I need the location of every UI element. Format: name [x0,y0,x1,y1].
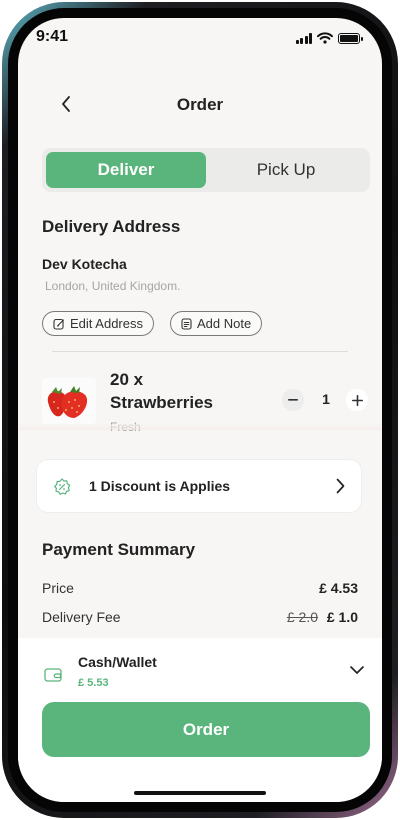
strawberry-icon [47,386,88,418]
chevron-down-icon [350,666,364,674]
status-icons [295,32,363,44]
app-screen: 9:41 Order Deliver Pick Up Delivery Addr… [18,18,382,802]
increase-quantity-button[interactable] [346,389,368,411]
delivery-fee-value: £ 1.0 [326,609,358,625]
page-title: Order [176,95,224,114]
home-indicator [134,791,266,795]
product-title: 20 x Strawberries [110,370,213,412]
delivery-fee-label: Delivery Fee [42,609,121,625]
edit-address-button[interactable]: Edit Address [42,311,154,336]
delivery-fee-original: £ 2.0 [286,609,318,625]
battery-icon [338,32,363,44]
discount-text: 1 Discount is Applies [89,478,231,494]
discount-card[interactable]: 1 Discount is Applies [36,459,362,513]
order-button[interactable]: Order [42,702,370,757]
price-value: £ 4.53 [319,580,358,596]
payment-method-amount: £ 5.53 [78,677,109,689]
delivery-mode-toggle: Deliver Pick Up [42,148,370,192]
minus-icon [288,399,298,401]
plus-icon [351,394,363,406]
payment-summary-title: Payment Summary [42,540,196,559]
quantity-value: 1 [322,391,330,407]
decrease-quantity-button[interactable] [282,389,304,411]
delivery-address-title: Delivery Address [42,217,181,236]
chevron-right-icon [336,478,345,494]
tab-pickup[interactable]: Pick Up [206,152,366,188]
status-bar: 9:41 [18,18,382,58]
divider [52,351,348,352]
note-icon [181,317,192,330]
edit-address-label: Edit Address [70,316,143,331]
add-note-button[interactable]: Add Note [170,311,263,336]
tab-deliver[interactable]: Deliver [46,152,206,188]
wifi-icon [317,32,333,44]
product-image [42,378,96,424]
recipient-name: Dev Kotecha [42,256,127,272]
payment-method-selector[interactable]: Cash/Wallet £ 5.53 [18,638,382,698]
cellular-signal-icon [295,32,312,44]
add-note-label: Add Note [197,316,252,331]
price-label: Price [42,580,74,596]
payment-method-title: Cash/Wallet [78,654,157,670]
wallet-icon [44,668,62,682]
discount-badge-icon [54,478,71,495]
recipient-location: London, United Kingdom. [45,279,181,293]
edit-icon [53,318,65,330]
status-time: 9:41 [36,28,69,45]
scroll-fade [18,424,382,430]
header: Order [18,90,382,120]
